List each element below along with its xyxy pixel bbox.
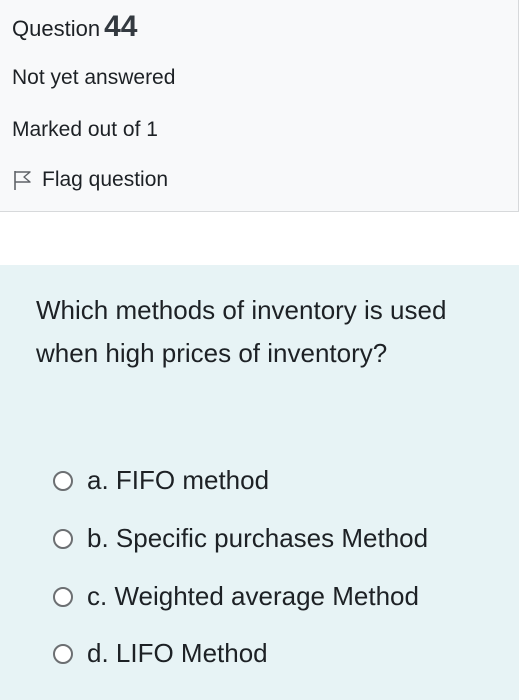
question-label: Question [12,16,101,41]
question-number: Question 44 [12,10,137,44]
answer-option-a[interactable]: a. FIFO method [53,465,269,496]
radio-button-d[interactable] [53,643,73,664]
answer-label-c: c. Weighted average Method [87,581,419,611]
answer-option-d[interactable]: d. LIFO Method [53,638,268,669]
answer-label-d: d. LIFO Method [87,638,268,668]
question-info-panel: Question 44 Not yet answered Marked out o… [0,0,519,212]
radio-button-c[interactable] [53,586,73,607]
question-state: Not yet answered [12,66,176,89]
answer-option-c[interactable]: c. Weighted average Method [53,581,419,612]
question-grade: Marked out of 1 [12,118,158,141]
flag-question-link[interactable]: Flag question [12,168,168,192]
question-number-value: 44 [104,10,138,43]
flag-outline-icon [14,171,31,190]
answer-option-b[interactable]: b. Specific purchases Method [53,523,428,554]
answer-label-a: a. FIFO method [87,465,270,495]
question-formulation: Which methods of inventory is used when … [0,265,519,700]
flag-question-label: Flag question [42,168,169,191]
radio-button-b[interactable] [53,528,73,549]
radio-button-a[interactable] [53,470,73,491]
question-text: Which methods of inventory is used when … [36,295,447,368]
answer-label-b: b. Specific purchases Method [87,523,429,553]
